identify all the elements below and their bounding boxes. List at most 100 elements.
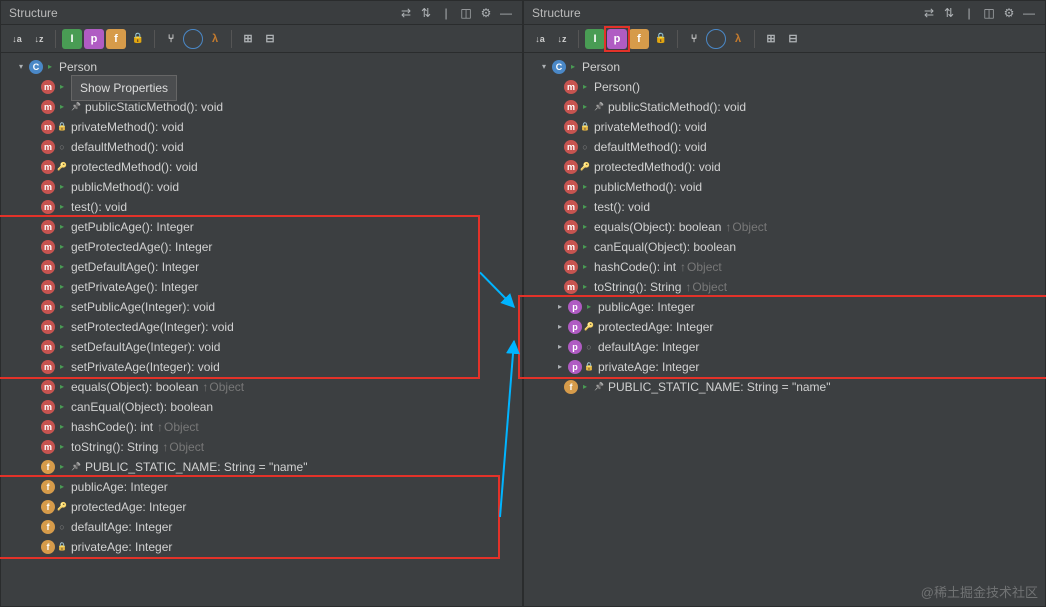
property-badge-icon: p: [568, 300, 582, 314]
tree-row[interactable]: mprivateMethod(): void: [524, 117, 1045, 137]
tree-row[interactable]: mtoString(): StringObject: [1, 437, 522, 457]
tree-row[interactable]: mcanEqual(Object): boolean: [524, 237, 1045, 257]
chevron-down-icon[interactable]: ▾: [538, 61, 550, 73]
chevron-right-icon[interactable]: ▸: [554, 301, 566, 313]
tree-row[interactable]: mhashCode(): intObject: [1, 417, 522, 437]
tree-row-label: getPublicAge(): Integer: [71, 217, 194, 237]
public-modifier-icon: [580, 242, 590, 252]
toolbar-pin-icon[interactable]: ◫: [981, 5, 997, 21]
tree-row[interactable]: fdefaultAge: Integer: [1, 517, 522, 537]
method-badge-icon: m: [41, 300, 55, 314]
show-fields-button[interactable]: f: [106, 29, 126, 49]
tree-row[interactable]: mpublicMethod(): void: [524, 177, 1045, 197]
method-badge-icon: m: [564, 280, 578, 294]
tree-row[interactable]: m getPublicAge(): Integer: [1, 217, 522, 237]
chevron-right-icon[interactable]: ▸: [554, 361, 566, 373]
tree-row[interactable]: mPerson(): [524, 77, 1045, 97]
structure-tree[interactable]: ▾ C Person mPerson()mpublicStaticMethod(…: [524, 53, 1045, 606]
public-modifier-icon: [580, 382, 590, 392]
show-interfaces-button[interactable]: I: [585, 29, 605, 49]
tree-row[interactable]: ▸pprivateAge: Integer: [524, 357, 1045, 377]
tree-row[interactable]: mequals(Object): booleanObject: [1, 377, 522, 397]
sort-alpha-button[interactable]: [7, 29, 27, 49]
show-inherited-button[interactable]: ⑂: [161, 29, 181, 49]
expand-all-button[interactable]: ⊞: [761, 29, 781, 49]
tree-row[interactable]: mcanEqual(Object): boolean: [1, 397, 522, 417]
settings-gear-icon[interactable]: ⚙: [478, 5, 494, 21]
method-badge-icon: m: [41, 220, 55, 234]
tree-row[interactable]: mgetPrivateAge(): Integer: [1, 277, 522, 297]
tree-row[interactable]: msetDefaultAge(Integer): void: [1, 337, 522, 357]
toolbar-sort-icon[interactable]: ⇅: [418, 5, 434, 21]
tree-row[interactable]: mprotectedMethod(): void: [1, 157, 522, 177]
tree-row[interactable]: msetProtectedAge(Integer): void: [1, 317, 522, 337]
tree-row[interactable]: mequals(Object): booleanObject: [524, 217, 1045, 237]
toolbar-sort-icon[interactable]: ⇅: [941, 5, 957, 21]
tree-row[interactable]: msetPrivateAge(Integer): void: [1, 357, 522, 377]
show-inherited-button[interactable]: ⑂: [684, 29, 704, 49]
tree-row-label: setProtectedAge(Integer): void: [71, 317, 234, 337]
override-superclass: Object: [202, 377, 244, 397]
tree-row[interactable]: mprotectedMethod(): void: [524, 157, 1045, 177]
tree-row[interactable]: mgetProtectedAge(): Integer: [1, 237, 522, 257]
show-interfaces-button[interactable]: I: [62, 29, 82, 49]
show-anonymous-button[interactable]: [706, 29, 726, 49]
tree-row[interactable]: mdefaultMethod(): void: [524, 137, 1045, 157]
tree-row[interactable]: msetPublicAge(Integer): void: [1, 297, 522, 317]
sort-visibility-button[interactable]: [29, 29, 49, 49]
show-nonpublic-button[interactable]: 🔒: [128, 29, 148, 49]
tree-row[interactable]: mgetDefaultAge(): Integer: [1, 257, 522, 277]
collapse-all-button[interactable]: ⊟: [783, 29, 803, 49]
toolbar-filter-icon[interactable]: ⇄: [398, 5, 414, 21]
tree-row[interactable]: fprotectedAge: Integer: [1, 497, 522, 517]
tree-row[interactable]: ▸pprotectedAge: Integer: [524, 317, 1045, 337]
show-anonymous-button[interactable]: [183, 29, 203, 49]
structure-tree[interactable]: ▾ C Person mPerson()mpublicStaticMethod(…: [1, 53, 522, 606]
toolbar-separator: [578, 30, 579, 48]
override-superclass: Object: [162, 437, 204, 457]
tree-row[interactable]: mhashCode(): intObject: [524, 257, 1045, 277]
toolbar-pin-icon[interactable]: ◫: [458, 5, 474, 21]
tree-row[interactable]: ▸pdefaultAge: Integer: [524, 337, 1045, 357]
expand-all-button[interactable]: ⊞: [238, 29, 258, 49]
tree-row[interactable]: mtest(): void: [1, 197, 522, 217]
method-badge-icon: m: [564, 80, 578, 94]
show-lambdas-button[interactable]: λ: [205, 29, 225, 49]
sort-visibility-button[interactable]: [552, 29, 572, 49]
tree-row[interactable]: fPUBLIC_STATIC_NAME: String = "name": [1, 457, 522, 477]
sort-alpha-button[interactable]: [530, 29, 550, 49]
tree-row[interactable]: mpublicStaticMethod(): void: [524, 97, 1045, 117]
show-nonpublic-button[interactable]: 🔒: [651, 29, 671, 49]
pane-title: Structure: [532, 6, 581, 20]
tree-row[interactable]: fpublicAge: Integer: [1, 477, 522, 497]
method-badge-icon: m: [564, 200, 578, 214]
show-fields-button[interactable]: f: [629, 29, 649, 49]
show-properties-button[interactable]: p: [607, 29, 627, 49]
method-badge-icon: m: [564, 160, 578, 174]
show-lambdas-button[interactable]: λ: [728, 29, 748, 49]
method-badge-icon: m: [41, 400, 55, 414]
tree-row[interactable]: mdefaultMethod(): void: [1, 137, 522, 157]
public-modifier-icon: [57, 202, 67, 212]
tree-row[interactable]: mprivateMethod(): void: [1, 117, 522, 137]
toolbar-filter-icon[interactable]: ⇄: [921, 5, 937, 21]
tree-row[interactable]: fPUBLIC_STATIC_NAME: String = "name": [524, 377, 1045, 397]
tree-row[interactable]: mpublicMethod(): void: [1, 177, 522, 197]
tree-row[interactable]: fprivateAge: Integer: [1, 537, 522, 557]
chevron-right-icon[interactable]: ▸: [554, 321, 566, 333]
show-properties-button[interactable]: p: [84, 29, 104, 49]
public-modifier-icon: [57, 102, 67, 112]
collapse-all-button[interactable]: ⊟: [260, 29, 280, 49]
minimize-icon[interactable]: —: [498, 5, 514, 21]
method-badge-icon: m: [41, 380, 55, 394]
minimize-icon[interactable]: —: [1021, 5, 1037, 21]
tree-row[interactable]: mtest(): void: [524, 197, 1045, 217]
chevron-right-icon[interactable]: ▸: [554, 341, 566, 353]
settings-gear-icon[interactable]: ⚙: [1001, 5, 1017, 21]
tree-root[interactable]: ▾ C Person: [1, 57, 522, 77]
tree-root[interactable]: ▾ C Person: [524, 57, 1045, 77]
tree-row[interactable]: mtoString(): StringObject: [524, 277, 1045, 297]
tree-row[interactable]: ▸ppublicAge: Integer: [524, 297, 1045, 317]
chevron-down-icon[interactable]: ▾: [15, 61, 27, 73]
method-badge-icon: m: [41, 340, 55, 354]
